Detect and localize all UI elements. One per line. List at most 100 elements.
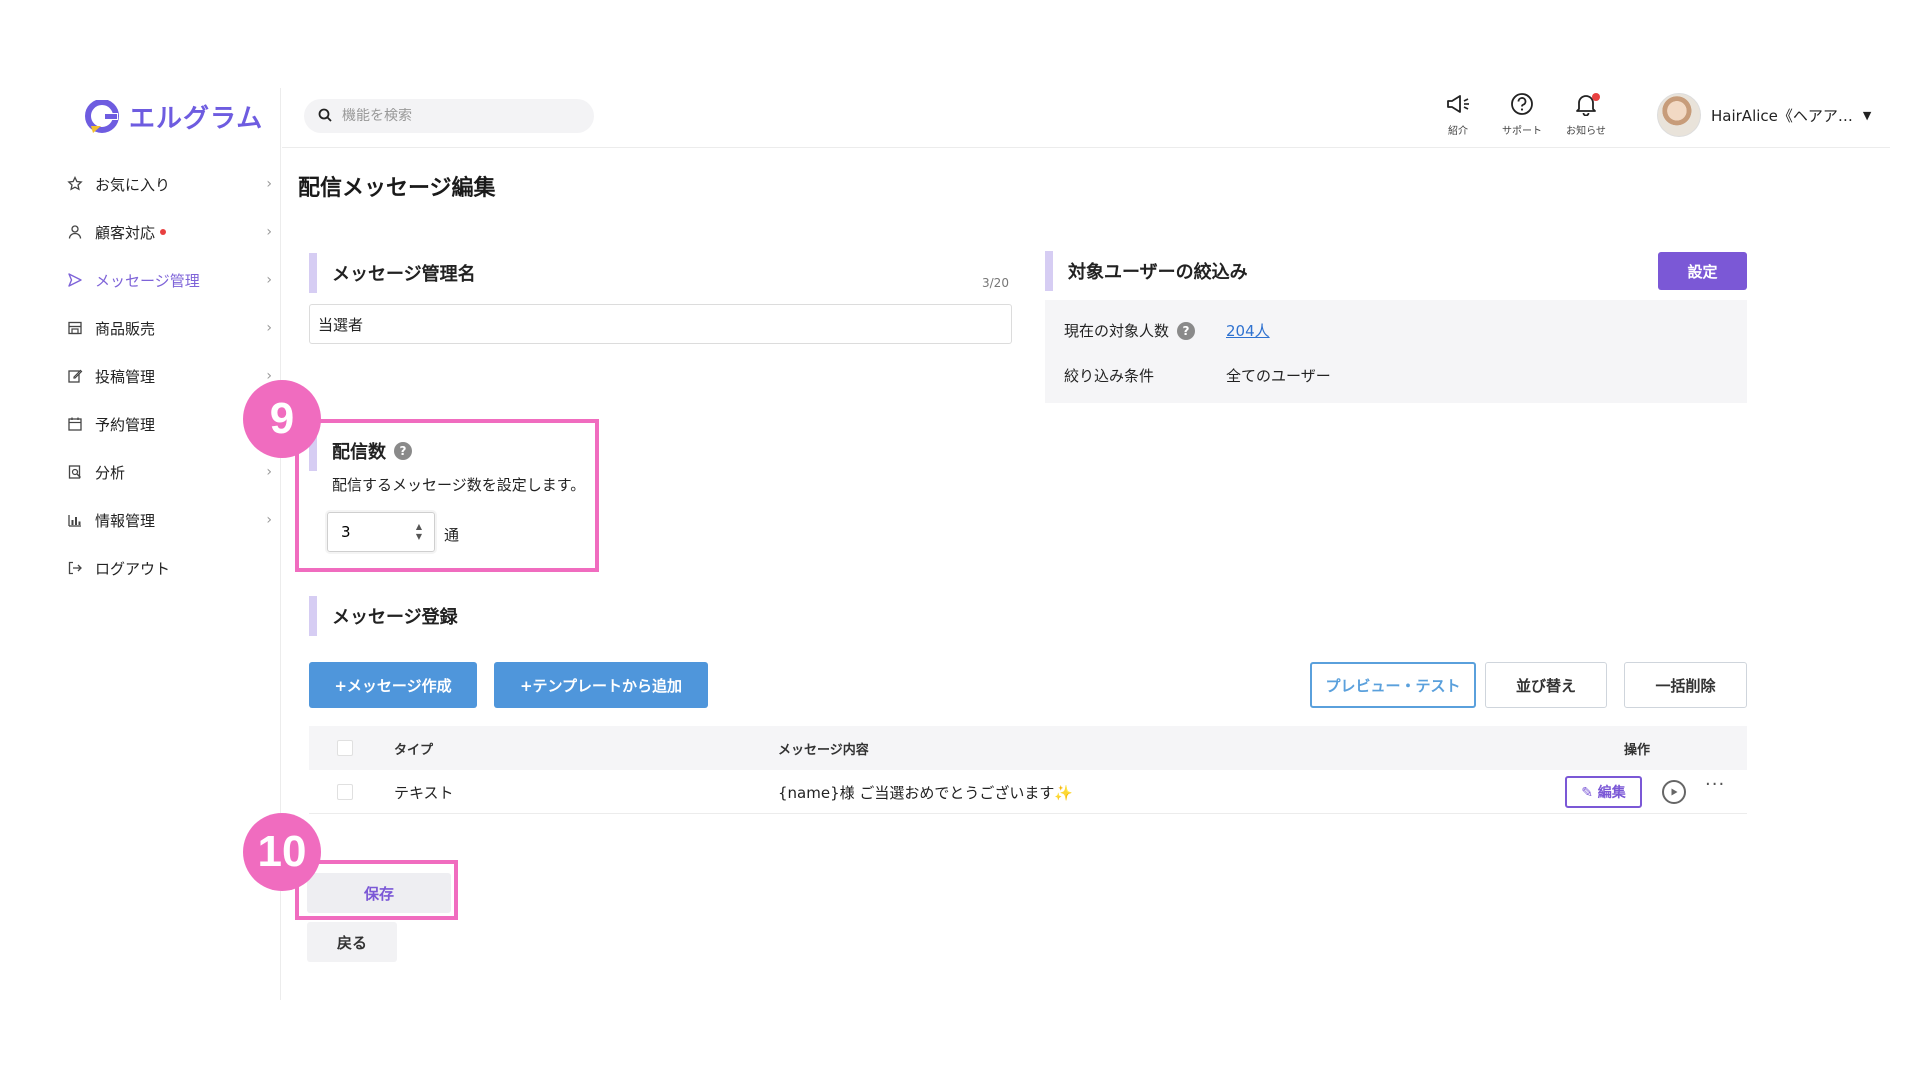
app-logo[interactable]: エルグラム: [85, 98, 263, 135]
sort-button[interactable]: 並び替え: [1485, 662, 1607, 708]
column-header-actions: 操作: [1624, 742, 1651, 758]
target-count-label: 現在の対象人数: [1064, 322, 1170, 340]
caret-down-icon: ▼: [1862, 108, 1872, 122]
target-count-link[interactable]: 204人: [1226, 320, 1270, 341]
help-circle-icon: [1509, 92, 1535, 120]
analysis-icon: [66, 463, 84, 481]
table-row[interactable]: テキスト {name}様 ご当選おめでとうございます✨ ✎ 編集 ···: [309, 770, 1747, 814]
sidebar-item-reservation-management[interactable]: 予約管理: [66, 400, 272, 448]
notifications-label: お知らせ: [1566, 126, 1606, 137]
logo-mark-icon: [85, 98, 121, 134]
referral-label: 紹介: [1448, 126, 1468, 137]
sidebar-item-favorites[interactable]: お気に入り ›: [66, 160, 272, 208]
notification-dot: [1592, 93, 1600, 101]
condition-row: 絞り込み条件: [1064, 365, 1154, 386]
sidebar-item-label: 情報管理: [95, 511, 156, 530]
message-registration-heading: メッセージ登録: [309, 596, 458, 636]
sidebar-item-label: メッセージ管理: [95, 271, 200, 290]
sidebar-item-label: 分析: [95, 463, 126, 482]
chevron-right-icon: ›: [266, 512, 272, 528]
sidebar-item-label: 商品販売: [95, 319, 156, 338]
referral-button[interactable]: 紹介: [1428, 92, 1488, 137]
chevron-right-icon: ›: [266, 224, 272, 240]
annotation-highlight-save: [295, 860, 458, 920]
preview-test-button[interactable]: プレビュー・テスト: [1310, 662, 1476, 708]
support-button[interactable]: サポート: [1492, 92, 1552, 137]
sidebar-item-product-sales[interactable]: 商品販売 ›: [66, 304, 272, 352]
target-users-title: 対象ユーザーの絞込み: [1068, 262, 1248, 283]
sidebar-item-label: 予約管理: [95, 415, 156, 434]
column-header-content: メッセージ内容: [778, 742, 869, 758]
support-label: サポート: [1502, 126, 1542, 137]
section-accent-bar: [309, 596, 317, 636]
sidebar-item-label: お気に入り: [95, 175, 171, 194]
page-title: 配信メッセージ編集: [298, 176, 496, 201]
target-users-panel: 現在の対象人数 ? 204人 絞り込み条件 全てのユーザー: [1045, 300, 1747, 403]
search-box[interactable]: [304, 99, 594, 133]
section-accent-bar: [309, 253, 317, 293]
send-icon: [66, 271, 84, 289]
back-button[interactable]: 戻る: [307, 922, 397, 962]
condition-value: 全てのユーザー: [1226, 367, 1331, 385]
row-type: テキスト: [394, 783, 454, 802]
more-options-icon[interactable]: ···: [1705, 774, 1725, 795]
create-message-button[interactable]: +メッセージ作成: [309, 662, 477, 708]
add-from-template-button[interactable]: +テンプレートから追加: [494, 662, 708, 708]
annotation-highlight-delivery-count: [295, 419, 599, 572]
management-name-input[interactable]: [309, 304, 1012, 344]
calendar-icon: [66, 415, 84, 433]
edit-icon: [66, 367, 84, 385]
sidebar-item-post-management[interactable]: 投稿管理 ›: [66, 352, 272, 400]
sidebar-item-label: 顧客対応: [95, 223, 156, 242]
row-checkbox[interactable]: [337, 784, 353, 800]
sidebar-item-label: 投稿管理: [95, 367, 156, 386]
search-icon: [318, 107, 332, 126]
sidebar-item-logout[interactable]: ログアウト: [66, 544, 272, 592]
character-counter: 3/20: [982, 276, 1009, 290]
megaphone-icon: [1445, 92, 1471, 120]
bulk-delete-button[interactable]: 一括削除: [1624, 662, 1747, 708]
message-registration-title: メッセージ登録: [332, 607, 458, 628]
target-count-row: 現在の対象人数 ?: [1064, 320, 1196, 341]
annotation-badge-10: 10: [243, 813, 321, 891]
annotation-badge-9: 9: [243, 380, 321, 458]
user-icon: [66, 223, 84, 241]
edit-label: 編集: [1597, 785, 1626, 801]
star-icon: [66, 175, 84, 193]
section-accent-bar: [1045, 251, 1053, 291]
search-input[interactable]: [342, 108, 572, 124]
column-header-type: タイプ: [394, 742, 434, 758]
sidebar-item-message-management[interactable]: メッセージ管理 ›: [66, 256, 272, 304]
chevron-right-icon: ›: [266, 176, 272, 192]
management-name-heading: メッセージ管理名: [309, 253, 476, 293]
select-all-checkbox[interactable]: [337, 740, 353, 756]
avatar: [1657, 93, 1701, 137]
logout-icon: [66, 559, 84, 577]
play-icon[interactable]: [1662, 780, 1686, 804]
table-header: タイプ メッセージ内容 操作: [309, 726, 1747, 770]
question-icon[interactable]: ?: [1177, 321, 1196, 340]
profile-name: HairAlice《ヘアア…: [1711, 106, 1853, 125]
top-bar: 紹介 サポート お知らせ HairAlice《ヘアア… ▼: [282, 88, 1890, 148]
target-settings-button[interactable]: 設定: [1658, 252, 1747, 290]
sidebar-item-label: ログアウト: [95, 559, 171, 578]
bar-chart-icon: [66, 511, 84, 529]
management-name-title: メッセージ管理名: [332, 264, 476, 285]
store-icon: [66, 319, 84, 337]
user-menu[interactable]: HairAlice《ヘアア… ▼: [1657, 93, 1871, 137]
sidebar: エルグラム お気に入り › 顧客対応 › メッセージ管理 › 商品販売 › 投稿…: [0, 88, 281, 1000]
condition-label: 絞り込み条件: [1064, 367, 1155, 385]
sidebar-item-information-management[interactable]: 情報管理 ›: [66, 496, 272, 544]
logo-text: エルグラム: [129, 104, 264, 134]
notifications-button[interactable]: お知らせ: [1556, 92, 1616, 137]
edit-button[interactable]: ✎ 編集: [1565, 776, 1642, 808]
notification-dot: [160, 229, 167, 235]
chevron-right-icon: ›: [266, 464, 272, 480]
message-table: タイプ メッセージ内容 操作 テキスト {name}様 ご当選おめでとうございま…: [309, 726, 1747, 814]
row-content: {name}様 ご当選おめでとうございます✨: [778, 783, 1074, 802]
sidebar-nav: お気に入り › 顧客対応 › メッセージ管理 › 商品販売 › 投稿管理 › 予…: [66, 160, 272, 592]
sidebar-item-analysis[interactable]: 分析 ›: [66, 448, 272, 496]
chevron-right-icon: ›: [266, 272, 272, 288]
target-users-heading: 対象ユーザーの絞込み: [1045, 251, 1248, 291]
sidebar-item-customer-support[interactable]: 顧客対応 ›: [66, 208, 272, 256]
